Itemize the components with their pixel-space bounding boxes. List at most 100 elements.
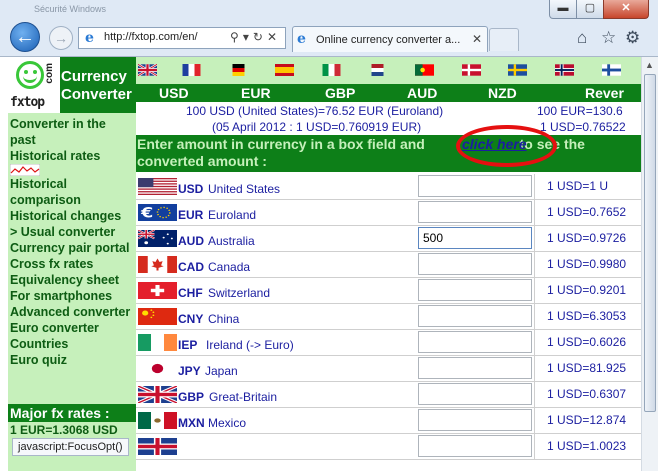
currency-code: JPY	[178, 364, 201, 378]
currency-name[interactable]: Japan	[205, 364, 238, 378]
instruction-text: Enter amount in currency in a box field …	[137, 136, 425, 152]
currency-link-aud[interactable]: AUD	[407, 84, 437, 102]
rate-cell: 1 USD=1 U	[534, 174, 641, 199]
france-flag-icon[interactable]	[182, 64, 201, 76]
amount-input-jpy[interactable]	[418, 357, 532, 379]
currency-code: CHF	[178, 286, 203, 300]
uk-flag-icon	[138, 386, 177, 403]
germany-flag-icon[interactable]	[229, 64, 248, 76]
scroll-up-icon[interactable]: ▲	[645, 60, 654, 70]
address-bar[interactable]: e http://fxtop.com/en/ ⚲▾↻✕	[78, 27, 286, 49]
sidebar-item-historical-changes[interactable]: Historical changes	[10, 208, 134, 224]
uk-flag-icon	[138, 438, 177, 455]
finland-flag-icon[interactable]	[602, 64, 621, 76]
amount-input-chf[interactable]	[418, 279, 532, 301]
close-button[interactable]: ✕	[603, 0, 649, 19]
fxtop-logo[interactable]: fxtop com	[8, 57, 60, 113]
amount-input-eur[interactable]	[418, 201, 532, 223]
sidebar-item-euro-converter[interactable]: Euro converter	[10, 320, 134, 336]
red-highlight-oval	[456, 125, 557, 167]
language-flags-row	[136, 57, 641, 84]
ireland-flag-icon	[138, 334, 177, 351]
currency-code: MXN	[178, 416, 205, 430]
currency-name[interactable]: Switzerland	[208, 286, 270, 300]
currency-name[interactable]: Great-Britain	[209, 390, 277, 404]
web-page: fxtop com Currency Converter Converter i…	[0, 57, 641, 471]
amount-input-mxn[interactable]	[418, 409, 532, 431]
rate-cell: 1 USD=6.3053	[534, 304, 641, 329]
major-fx-rate[interactable]: 1 EUR=1.3068 USD	[10, 423, 118, 437]
italy-flag-icon[interactable]	[322, 64, 341, 76]
sidebar-item-usual-converter[interactable]: > Usual converter	[10, 224, 134, 240]
amount-input-iep[interactable]	[418, 331, 532, 353]
minimize-button[interactable]: ▬	[549, 0, 577, 19]
favorites-star-icon[interactable]: ☆	[601, 28, 616, 48]
norway-flag-icon[interactable]	[555, 64, 574, 76]
search-icon[interactable]: ⚲	[230, 30, 243, 44]
currency-name[interactable]: Ireland (-> Euro)	[206, 338, 294, 352]
amount-input-usd[interactable]	[418, 175, 532, 197]
currency-row-eur: € EUR Euroland 1 USD=0.7652	[136, 200, 641, 226]
browser-tab-active[interactable]: e Online currency converter a... ✕	[292, 26, 488, 52]
currency-name[interactable]: Australia	[208, 234, 255, 248]
currency-link-usd[interactable]: USD	[159, 84, 189, 102]
currency-code: EUR	[178, 208, 204, 222]
amount-input-aud[interactable]	[418, 227, 532, 249]
denmark-flag-icon[interactable]	[462, 64, 481, 76]
smiley-logo-icon	[16, 61, 44, 89]
sidebar-item-smartphones[interactable]: For smartphones	[10, 288, 134, 304]
currency-link-eur[interactable]: EUR	[241, 84, 271, 102]
refresh-icon[interactable]: ↻	[253, 30, 267, 44]
new-tab-button[interactable]	[489, 28, 519, 51]
instruction-text-line2: converted amount :	[137, 153, 267, 169]
dropdown-icon[interactable]: ▾	[243, 30, 253, 44]
tab-close-icon[interactable]: ✕	[472, 32, 482, 46]
maximize-button[interactable]: ▢	[576, 0, 604, 19]
amount-input-cny[interactable]	[418, 305, 532, 327]
amount-input-cad[interactable]	[418, 253, 532, 275]
sidebar-item-equivalency[interactable]: Equivalency sheet	[10, 272, 134, 288]
currency-name[interactable]: United States	[208, 182, 280, 196]
browser-chrome: Sécurité Windows ▬ ▢ ✕ ← → e http://fxto…	[0, 0, 658, 57]
spain-flag-icon[interactable]	[275, 64, 294, 76]
china-flag-icon	[138, 308, 177, 325]
sidebar-item-cross-fx[interactable]: Cross fx rates	[10, 256, 134, 272]
currency-name[interactable]: Mexico	[208, 416, 246, 430]
sidebar-item-converter-past[interactable]: Converter in the past	[10, 116, 134, 148]
portugal-flag-icon[interactable]	[415, 64, 434, 76]
currency-link-reverse[interactable]: Rever	[585, 84, 624, 102]
currency-code: CAD	[178, 260, 204, 274]
converter-panel: USD EUR GBP AUD NZD Rever 100 USD (Unite…	[136, 57, 641, 471]
euro-flag-icon: €	[138, 204, 177, 221]
sidebar-item-advanced-converter[interactable]: Advanced converter	[10, 304, 134, 320]
sidebar-item-countries[interactable]: Countries	[10, 336, 134, 352]
currency-name[interactable]: China	[208, 312, 239, 326]
sidebar-item-euro-quiz[interactable]: Euro quiz	[10, 352, 134, 368]
stop-icon[interactable]: ✕	[267, 30, 281, 44]
netherlands-flag-icon[interactable]	[368, 64, 387, 76]
forward-arrow-icon[interactable]: →	[49, 26, 73, 50]
status-bar: javascript:FocusOpt()	[12, 438, 129, 456]
address-url[interactable]: http://fxtop.com/en/	[104, 31, 198, 43]
currency-code: CNY	[178, 312, 204, 326]
currency-row-partial: 1 USD=1.0023	[136, 434, 641, 460]
vertical-scrollbar[interactable]: ▲	[641, 57, 658, 471]
currency-name[interactable]: Euroland	[208, 208, 256, 222]
sidebar-item-historical-comparison[interactable]: Historical comparison	[10, 176, 134, 208]
switzerland-flag-icon	[138, 282, 177, 299]
amount-input-gbp[interactable]	[418, 383, 532, 405]
sidebar-item-historical-rates[interactable]: Historical rates	[10, 148, 134, 164]
currency-name[interactable]: Canada	[208, 260, 250, 274]
home-icon[interactable]: ⌂	[577, 28, 587, 48]
uk-flag-icon[interactable]	[138, 64, 157, 76]
instruction-banner: Enter amount in currency in a box field …	[136, 135, 641, 172]
scrollbar-thumb[interactable]	[644, 74, 656, 412]
currency-link-gbp[interactable]: GBP	[325, 84, 355, 102]
sidebar-item-currency-pair[interactable]: Currency pair portal	[10, 240, 134, 256]
amount-input-partial[interactable]	[418, 435, 532, 457]
currency-row-mxn: MXN Mexico 1 USD=12.874	[136, 408, 641, 434]
currency-link-nzd[interactable]: NZD	[488, 84, 517, 102]
gear-icon[interactable]: ⚙	[625, 28, 640, 48]
back-arrow-icon[interactable]: ←	[10, 22, 40, 52]
sweden-flag-icon[interactable]	[508, 64, 527, 76]
